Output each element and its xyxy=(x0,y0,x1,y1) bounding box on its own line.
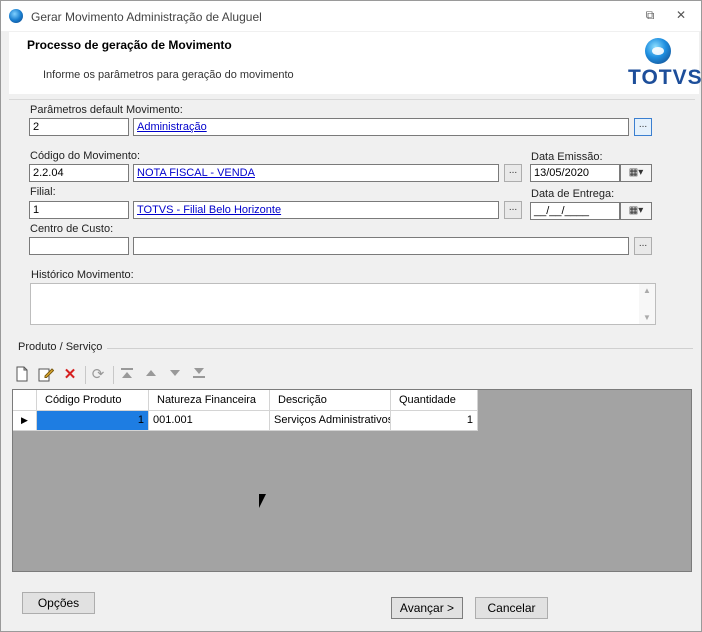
filial-label: Filial: xyxy=(30,186,56,198)
codigo-mov-code-field[interactable]: 2.2.04 xyxy=(29,164,129,182)
app-icon xyxy=(9,9,23,23)
filial-desc-field[interactable]: TOTVS - Filial Belo Horizonte xyxy=(133,201,499,219)
delete-icon[interactable]: ✕ xyxy=(61,366,79,384)
centro-custo-lookup-button[interactable]: ... xyxy=(634,237,652,255)
codigo-mov-desc-link[interactable]: NOTA FISCAL - VENDA xyxy=(137,167,255,179)
cancelar-button[interactable]: Cancelar xyxy=(475,597,548,619)
restore-icon[interactable]: ⧉ xyxy=(642,8,658,22)
default-mov-lookup-button[interactable]: ... xyxy=(634,118,652,136)
close-icon[interactable]: ✕ xyxy=(673,8,689,22)
move-up-icon[interactable] xyxy=(142,366,160,384)
new-icon[interactable] xyxy=(13,366,31,384)
produto-group-label: Produto / Serviço xyxy=(18,341,103,353)
codigo-mov-label: Código do Movimento: xyxy=(30,150,141,162)
historico-textarea[interactable]: ▲ ▼ xyxy=(30,283,656,325)
dialog-window: Gerar Movimento Administração de Aluguel… xyxy=(0,0,702,632)
move-down-icon[interactable] xyxy=(166,366,184,384)
refresh-icon[interactable]: ⟳ xyxy=(89,366,107,384)
move-first-icon[interactable] xyxy=(118,366,136,384)
default-mov-code-field[interactable]: 2 xyxy=(29,118,129,136)
toolbar-separator xyxy=(85,366,86,384)
scroll-down-icon[interactable]: ▼ xyxy=(639,313,655,322)
default-mov-desc-field[interactable]: Administração xyxy=(133,118,629,136)
row-indicator-icon[interactable]: ▶ xyxy=(13,411,37,431)
centro-custo-code-field[interactable] xyxy=(29,237,129,255)
codigo-mov-lookup-button[interactable]: ... xyxy=(504,164,522,182)
col-header-descricao[interactable]: Descrição xyxy=(270,390,391,411)
page-subtitle: Informe os parâmetros para geração do mo… xyxy=(43,69,294,81)
cell-natureza[interactable]: 001.001 xyxy=(149,411,270,431)
toolbar-separator xyxy=(113,366,114,384)
data-entrega-label: Data de Entrega: xyxy=(531,188,615,200)
col-header-codigo[interactable]: Código Produto xyxy=(37,390,149,411)
produto-group-divider xyxy=(107,348,693,349)
data-emissao-calendar-button[interactable]: ▦▾ xyxy=(620,164,652,182)
cell-codigo[interactable]: 1 xyxy=(37,411,149,431)
edit-icon[interactable] xyxy=(37,366,55,384)
opcoes-button[interactable]: Opções xyxy=(22,592,95,614)
move-last-icon[interactable] xyxy=(190,366,208,384)
col-header-natureza[interactable]: Natureza Financeira xyxy=(149,390,270,411)
header-divider xyxy=(9,99,695,100)
header-panel: Processo de geração de Movimento Informe… xyxy=(9,32,702,94)
avancar-button[interactable]: Avançar > xyxy=(391,597,463,619)
col-header-quantidade[interactable]: Quantidade xyxy=(391,390,478,411)
centro-custo-label: Centro de Custo: xyxy=(30,223,114,235)
calendar-icon: ▦▾ xyxy=(628,205,644,216)
filial-code-field[interactable]: 1 xyxy=(29,201,129,219)
default-mov-desc-link[interactable]: Administração xyxy=(137,121,207,133)
filial-desc-link[interactable]: TOTVS - Filial Belo Horizonte xyxy=(137,204,281,216)
default-mov-label: Parâmetros default Movimento: xyxy=(30,104,183,116)
data-emissao-label: Data Emissão: xyxy=(531,151,603,163)
produto-grid[interactable]: Código Produto Natureza Financeira Descr… xyxy=(12,389,692,572)
historico-scrollbar[interactable]: ▲ ▼ xyxy=(639,284,655,324)
calendar-icon: ▦▾ xyxy=(628,167,644,178)
data-entrega-field[interactable]: __/__/____ xyxy=(530,202,620,220)
scroll-up-icon[interactable]: ▲ xyxy=(639,286,655,295)
cell-quantidade[interactable]: 1 xyxy=(391,411,478,431)
codigo-mov-desc-field[interactable]: NOTA FISCAL - VENDA xyxy=(133,164,499,182)
filial-lookup-button[interactable]: ... xyxy=(504,201,522,219)
historico-label: Histórico Movimento: xyxy=(31,269,134,281)
data-entrega-calendar-button[interactable]: ▦▾ xyxy=(620,202,652,220)
mouse-cursor-icon xyxy=(259,494,266,508)
row-header-corner xyxy=(13,390,37,411)
data-emissao-field[interactable]: 13/05/2020 xyxy=(530,164,620,182)
cell-descricao[interactable]: Serviços Administrativos xyxy=(270,411,391,431)
totvs-logo-text: TOTVS xyxy=(628,66,702,89)
title-bar: Gerar Movimento Administração de Aluguel… xyxy=(1,1,701,31)
totvs-logo-icon xyxy=(645,38,671,64)
centro-custo-desc-field[interactable] xyxy=(133,237,629,255)
window-title: Gerar Movimento Administração de Aluguel xyxy=(31,10,262,24)
page-title: Processo de geração de Movimento xyxy=(27,38,232,52)
